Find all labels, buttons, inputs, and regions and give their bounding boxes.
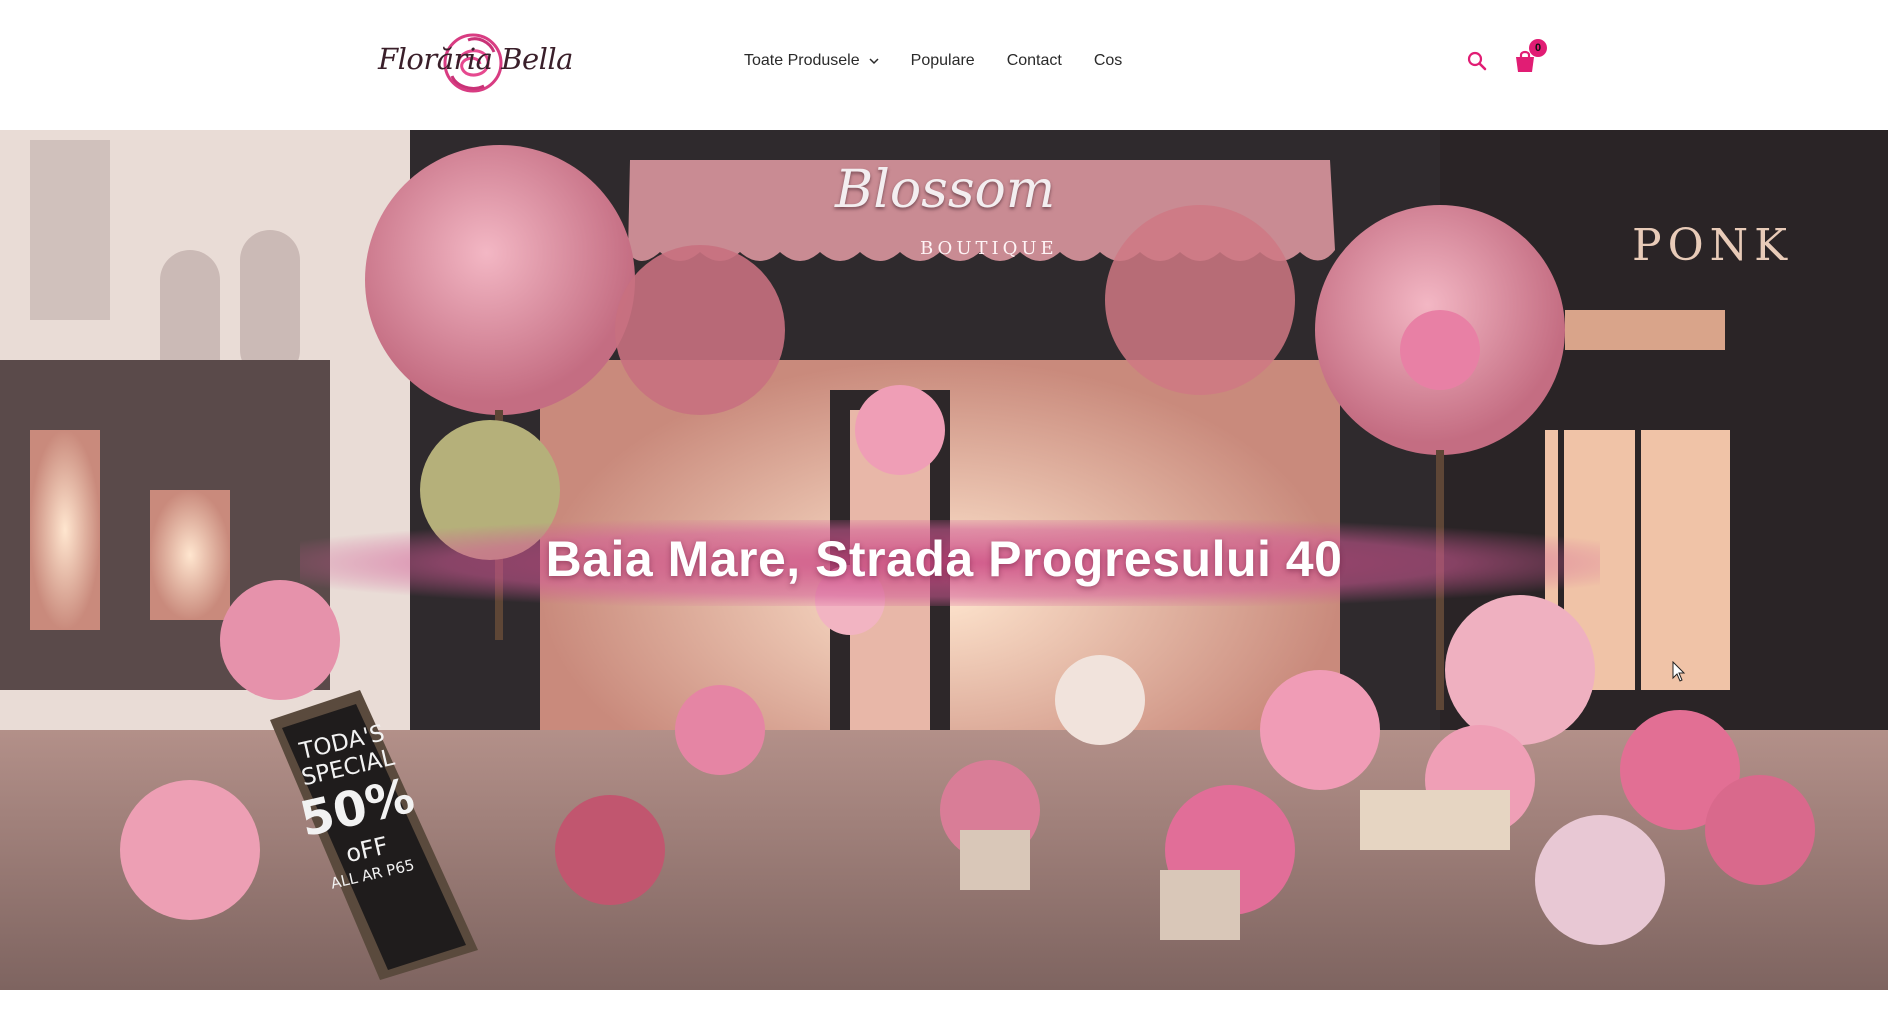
nav-item-label: Populare xyxy=(910,52,975,69)
nav-item-label: Toate Produsele xyxy=(744,52,860,69)
shop-sign-blossom: Blossom xyxy=(835,160,1056,220)
nav-item-toate-produsele[interactable]: Toate Produsele xyxy=(744,52,879,70)
shop-sign-boutique: BOUTIQUE xyxy=(920,238,1058,259)
nav-item-contact[interactable]: Contact xyxy=(1007,52,1062,70)
search-icon[interactable] xyxy=(1466,50,1488,72)
nav-item-label: Contact xyxy=(1006,52,1062,69)
main-nav: Toate Produsele Populare Contact Cos xyxy=(744,52,1122,70)
site-header: Florăria Bella Toate Produsele Populare … xyxy=(0,0,1888,131)
nav-item-cos[interactable]: Cos xyxy=(1094,52,1122,70)
hero-title: Baia Mare, Strada Progresului 40 xyxy=(545,531,1343,587)
shop-sign-ponk: PONK xyxy=(1632,220,1794,271)
cart-button[interactable]: 0 xyxy=(1512,39,1547,74)
hero-banner: Blossom BOUTIQUE PONK TODA'S SPECIAL 50%… xyxy=(0,130,1888,990)
site-logo[interactable]: Florăria Bella xyxy=(378,28,573,98)
chevron-down-icon xyxy=(869,58,879,65)
header-actions: 0 xyxy=(1466,39,1547,74)
nav-item-label: Cos xyxy=(1093,52,1123,69)
nav-item-populare[interactable]: Populare xyxy=(911,52,975,70)
cart-count-badge: 0 xyxy=(1529,39,1547,57)
mouse-cursor-icon xyxy=(1672,661,1686,682)
page-below-hero xyxy=(0,990,1888,1019)
logo-text: Florăria Bella xyxy=(378,42,573,76)
